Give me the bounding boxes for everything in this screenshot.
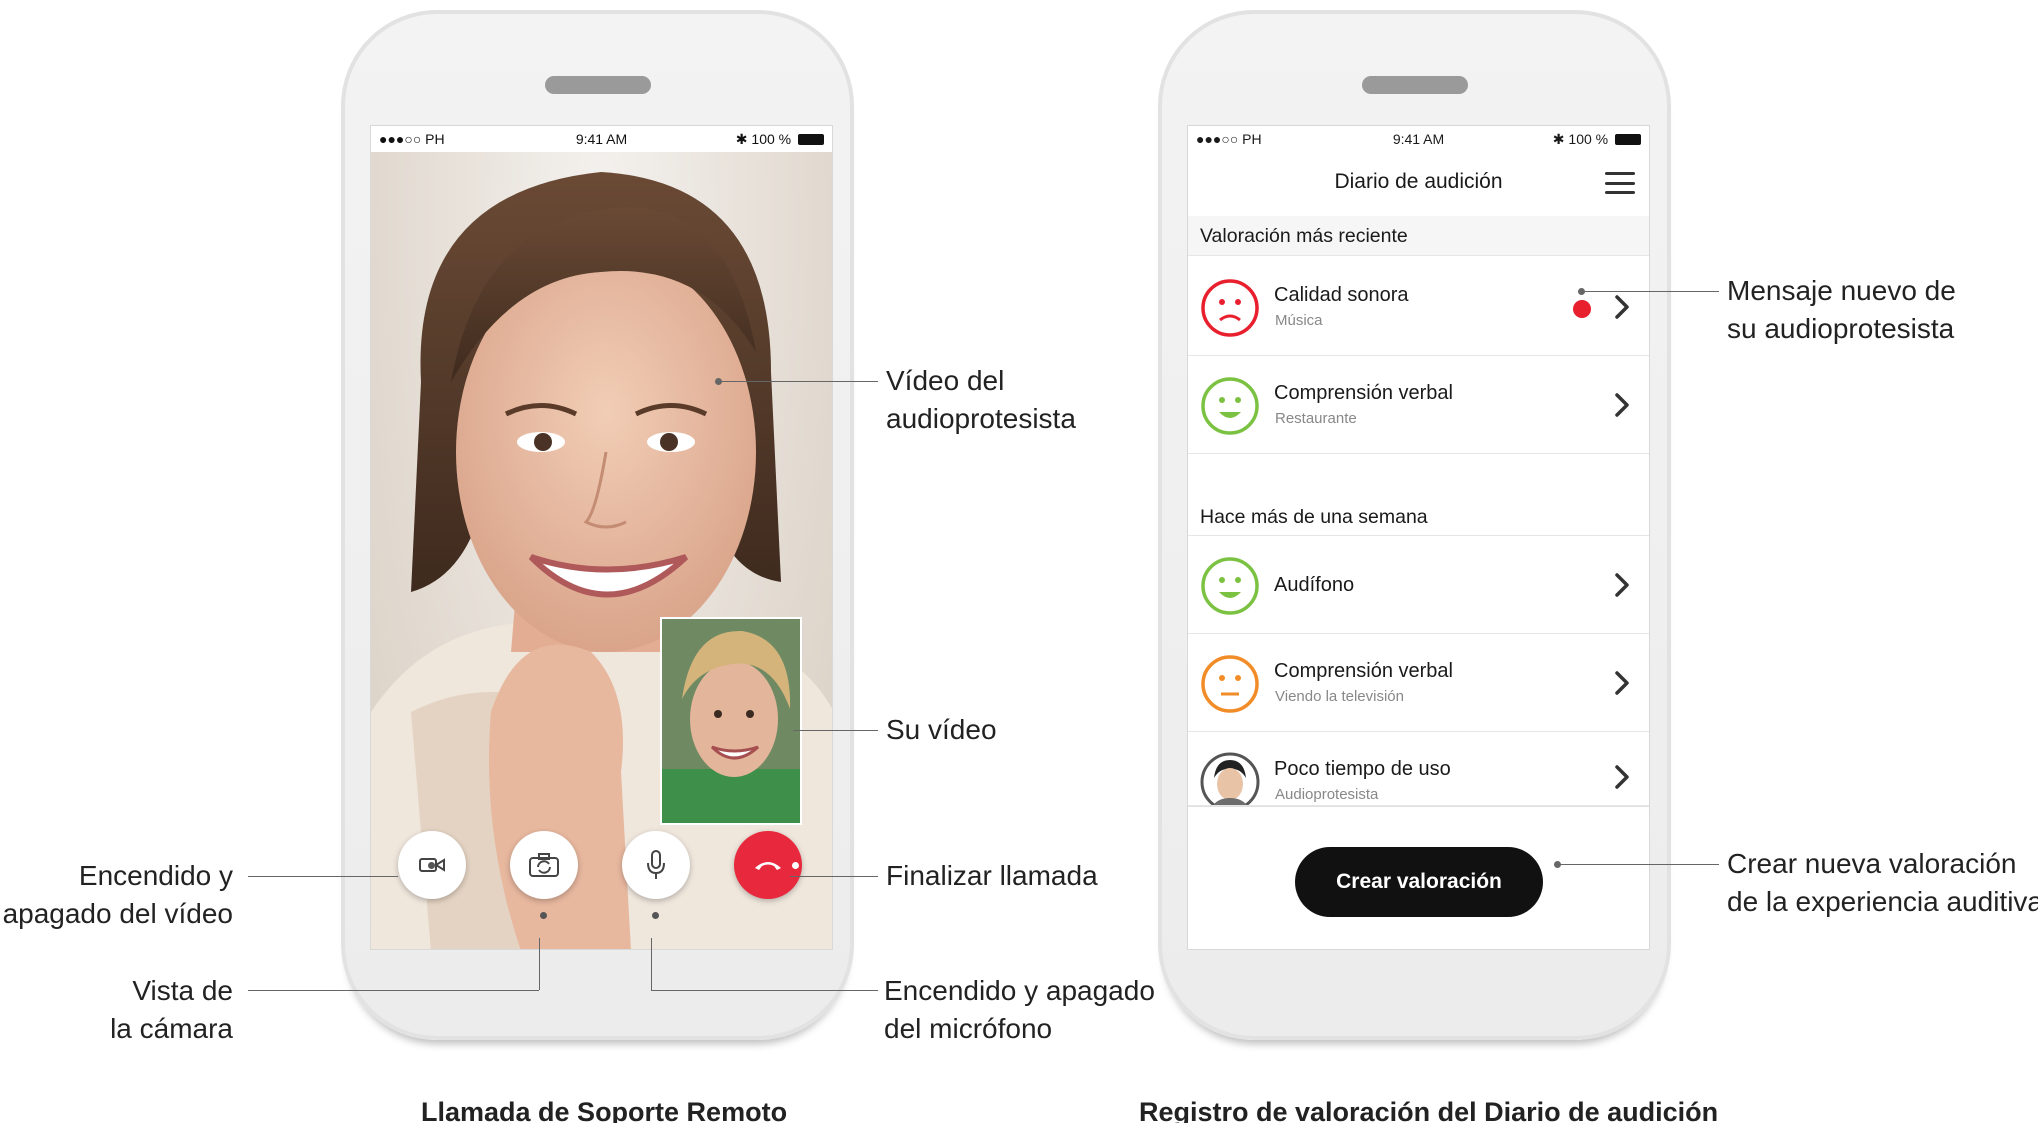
page-title: Diario de audición <box>1334 170 1503 193</box>
bottom-action-area: Crear valoración <box>1188 806 1649 949</box>
leader-line <box>539 938 540 990</box>
create-rating-button[interactable]: Crear valoración <box>1295 847 1543 917</box>
chevron-right-icon <box>1615 765 1629 789</box>
entry-subtitle: Música <box>1275 312 1323 329</box>
hang-up-icon <box>755 862 781 870</box>
annotation-new-message: Mensaje nuevo de su audioprotesista <box>1727 272 1956 348</box>
leader-line <box>651 938 652 990</box>
status-bar: ●●●○○ PH 9:41 AM ✱ 100 % <box>1188 126 1649 152</box>
chevron-right-icon <box>1615 671 1629 695</box>
your-video-pip[interactable] <box>660 617 802 825</box>
hamburger-menu-icon[interactable] <box>1605 172 1635 194</box>
battery-level: 100 % <box>751 130 792 147</box>
annotation-mic-toggle: Encendido y apagado del micrófono <box>884 972 1155 1048</box>
camera-switch-pointer <box>540 912 547 919</box>
camera-switch-icon <box>529 853 559 877</box>
battery-level: 100 % <box>1568 130 1609 147</box>
annotation-line: del micrófono <box>884 1013 1053 1044</box>
battery-status: ✱ 100 % <box>736 131 824 148</box>
annotation-your-video: Su vídeo <box>886 714 997 745</box>
battery-icon <box>798 134 824 146</box>
leader-line <box>248 876 398 877</box>
neutral-face-icon <box>1201 655 1259 713</box>
happy-face-icon <box>1201 557 1259 615</box>
call-screen: ●●●○○ PH 9:41 AM ✱ 100 % <box>370 125 833 950</box>
entry-subtitle: Viendo la televisión <box>1275 688 1404 705</box>
caption-diary: Registro de valoración del Diario de aud… <box>1139 1097 1719 1123</box>
mic-toggle-pointer <box>652 912 659 919</box>
new-message-dot <box>1573 300 1591 318</box>
phone-speaker <box>1361 76 1468 94</box>
annotation-camera-view: Vista de la cámara <box>110 972 233 1048</box>
phone-frame-diary: ●●●○○ PH 9:41 AM ✱ 100 % Diario de audic… <box>1158 10 1671 1040</box>
chevron-right-icon <box>1615 393 1629 417</box>
phone-speaker <box>544 76 651 94</box>
leader-line <box>651 990 878 991</box>
leader-line <box>718 381 878 382</box>
end-call-pointer <box>792 862 799 869</box>
annotation-line: de la experiencia auditiva <box>1727 886 2038 917</box>
status-bar: ●●●○○ PH 9:41 AM ✱ 100 % <box>371 126 832 152</box>
bluetooth-icon: ✱ <box>1552 130 1565 147</box>
video-toggle-pointer <box>428 862 435 869</box>
annotation-line: Mensaje nuevo de <box>1727 275 1956 306</box>
annotation-line: su audioprotesista <box>1727 313 1955 344</box>
annotation-line: apagado del vídeo <box>2 898 233 929</box>
happy-face-icon <box>1201 377 1259 435</box>
annotation-video-toggle: Encendido y apagado del vídeo <box>3 857 233 933</box>
leader-line <box>793 730 878 731</box>
annotation-line: Encendido y <box>78 860 233 891</box>
bluetooth-icon: ✱ <box>735 130 748 147</box>
entry-title: Comprensión verbal <box>1274 382 1453 404</box>
battery-status: ✱ 100 % <box>1553 131 1641 148</box>
leader-line <box>1557 864 1719 865</box>
annotation-end-call: Finalizar llamada <box>886 860 1098 891</box>
chevron-right-icon <box>1615 295 1629 319</box>
leader-line <box>1581 291 1719 292</box>
annotation-line: Vídeo del <box>886 365 1005 396</box>
annotation-line: la cámara <box>110 1013 233 1044</box>
diary-screen: ●●●○○ PH 9:41 AM ✱ 100 % Diario de audic… <box>1187 125 1650 950</box>
leader-dot <box>715 378 722 385</box>
specialist-avatar-icon <box>1200 752 1260 805</box>
microphone-icon <box>647 850 665 879</box>
entry-title: Audífono <box>1274 574 1355 596</box>
carrier-signal: ●●●○○ PH <box>1196 131 1262 147</box>
annotation-specialist-video: Vídeo del audioprotesista <box>886 362 1076 438</box>
chevron-right-icon <box>1615 573 1629 597</box>
diary-entry-row[interactable]: Poco tiempo de uso Audioprotesista <box>1188 732 1649 806</box>
leader-line <box>248 990 539 991</box>
carrier-signal: ●●●○○ PH <box>379 131 445 147</box>
leader-line <box>790 876 878 877</box>
annotation-line: Vista de <box>132 975 233 1006</box>
caption-call: Llamada de Soporte Remoto <box>421 1097 788 1123</box>
phone-frame-call: ●●●○○ PH 9:41 AM ✱ 100 % <box>341 10 854 1040</box>
annotation-line: Crear nueva valoración <box>1727 848 2017 879</box>
annotation-create-new: Crear nueva valoración de la experiencia… <box>1727 845 2038 921</box>
sad-face-icon <box>1201 279 1259 337</box>
entry-title: Comprensión verbal <box>1274 660 1453 682</box>
diary-entry-row[interactable]: Comprensión verbal Restaurante <box>1188 356 1649 454</box>
battery-icon <box>1615 134 1641 146</box>
section-header-older: Hace más de una semana <box>1188 454 1649 536</box>
leader-dot <box>1554 861 1561 868</box>
user-face-image <box>662 619 800 823</box>
entry-subtitle: Restaurante <box>1275 410 1357 427</box>
mic-toggle-button[interactable] <box>622 831 690 899</box>
entry-title: Calidad sonora <box>1274 284 1409 306</box>
annotation-line: Encendido y apagado <box>884 975 1155 1006</box>
annotation-line: audioprotesista <box>886 403 1076 434</box>
entry-title: Poco tiempo de uso <box>1274 758 1451 780</box>
diary-entry-row[interactable]: Calidad sonora Música <box>1188 258 1649 356</box>
camera-switch-button[interactable] <box>510 831 578 899</box>
section-header-recent: Valoración más reciente <box>1188 216 1649 256</box>
leader-dot <box>1578 288 1585 295</box>
diary-entry-row[interactable]: Audífono <box>1188 536 1649 634</box>
entry-subtitle: Audioprotesista <box>1275 786 1379 803</box>
diary-entry-row[interactable]: Comprensión verbal Viendo la televisión <box>1188 634 1649 732</box>
